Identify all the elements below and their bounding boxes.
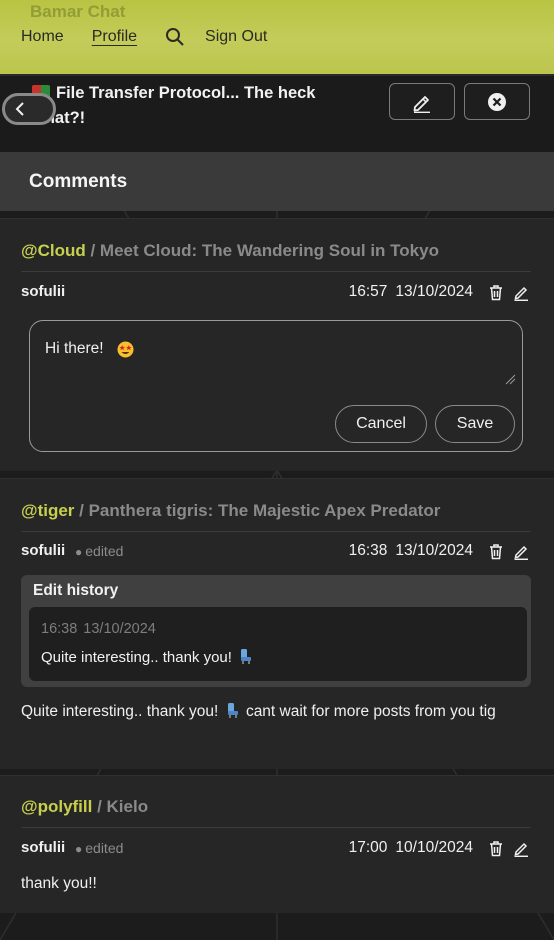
edit-history-title: Edit history [33, 582, 119, 599]
post-title-link[interactable]: Meet Cloud: The Wandering Soul in Tokyo [100, 241, 439, 260]
comment-body: Quite interesting.. thank you! cant wait… [21, 702, 496, 720]
seat-emoji-icon [238, 648, 253, 664]
post-title-link[interactable]: Panthera tigris: The Majestic Apex Preda… [89, 501, 441, 520]
post-title: File Transfer Protocol... The heck what?… [32, 84, 316, 127]
nav-home-link[interactable]: Home [21, 28, 64, 46]
post-tag-link[interactable]: @tiger [21, 501, 74, 520]
comment-author: sofulii [21, 839, 66, 856]
post-title-link[interactable]: Kielo [107, 797, 149, 816]
comment-body: thank you!! [21, 875, 97, 892]
comment-author: sofulii [21, 283, 66, 300]
back-button[interactable] [2, 93, 56, 125]
comment-card: @Cloud / Meet Cloud: The Wandering Soul … [0, 218, 554, 471]
pencil-icon[interactable] [513, 284, 529, 302]
edit-history-entry: 16:38 13/10/2024 Quite interesting.. than… [29, 607, 527, 681]
divider [21, 271, 531, 272]
edit-history: Edit history 16:38 13/10/2024 Quite inter… [21, 575, 531, 687]
comments-header: Comments [0, 152, 554, 211]
comment-meta: sofulii 16:57 13/10/2024 [21, 283, 531, 303]
sign-out-link[interactable]: Sign Out [205, 28, 267, 46]
pencil-icon[interactable] [513, 840, 529, 858]
trash-icon[interactable] [488, 284, 504, 301]
comment-post-title: @Cloud / Meet Cloud: The Wandering Soul … [21, 241, 439, 260]
save-button[interactable]: Save [435, 405, 515, 443]
comment-timestamp: 16:57 13/10/2024 [348, 283, 473, 300]
edit-post-button[interactable] [389, 83, 455, 120]
comment-meta: sofulii ● edited 16:38 13/10/2024 [21, 542, 531, 562]
history-text: Quite interesting.. thank you! [41, 648, 255, 666]
pencil-icon [413, 95, 430, 113]
post-tag-link[interactable]: @polyfill [21, 797, 92, 816]
post-tag-link[interactable]: @Cloud [21, 241, 86, 260]
comment-card: @polyfill / Kielo sofulii ● edited 17:00 1… [0, 775, 554, 913]
edited-label: ● edited [75, 840, 124, 856]
nav-links: Home Profile Sign Out [21, 27, 295, 47]
nav-profile-link[interactable]: Profile [92, 28, 137, 46]
divider [21, 531, 531, 532]
comment-card: @tiger / Panthera tigris: The Majestic A… [0, 478, 554, 769]
trash-icon[interactable] [488, 840, 504, 857]
cancel-button[interactable]: Cancel [335, 405, 427, 443]
comment-timestamp: 16:38 13/10/2024 [348, 542, 473, 559]
post-header: File Transfer Protocol... The heck what?… [0, 76, 554, 152]
comment-edit-textarea[interactable]: Hi there! [30, 321, 522, 393]
star-eyes-emoji-icon [117, 341, 134, 358]
top-navbar: Bamar Chat Home Profile Sign Out [0, 0, 554, 76]
comment-post-title: @polyfill / Kielo [21, 797, 149, 816]
history-timestamp: 16:38 13/10/2024 [41, 621, 156, 637]
search-icon[interactable] [165, 27, 185, 47]
app-name-ghost: Bamar Chat [30, 2, 126, 21]
close-circle-icon [488, 92, 506, 111]
comment-post-title: @tiger / Panthera tigris: The Majestic A… [21, 501, 441, 520]
comment-edit-box: Hi there! Cancel Save [29, 320, 523, 452]
divider [21, 827, 531, 828]
resize-grip-icon[interactable] [504, 373, 516, 385]
comment-author: sofulii [21, 542, 66, 559]
trash-icon[interactable] [488, 543, 504, 560]
seat-emoji-icon [225, 702, 240, 718]
chevron-left-icon [15, 102, 24, 116]
pencil-icon[interactable] [513, 543, 529, 561]
close-post-button[interactable] [464, 83, 530, 120]
edited-label: ● edited [75, 543, 124, 559]
comment-timestamp: 17:00 10/10/2024 [348, 839, 473, 856]
comments-title: Comments [29, 171, 128, 192]
comment-meta: sofulii ● edited 17:00 10/10/2024 [21, 839, 531, 859]
